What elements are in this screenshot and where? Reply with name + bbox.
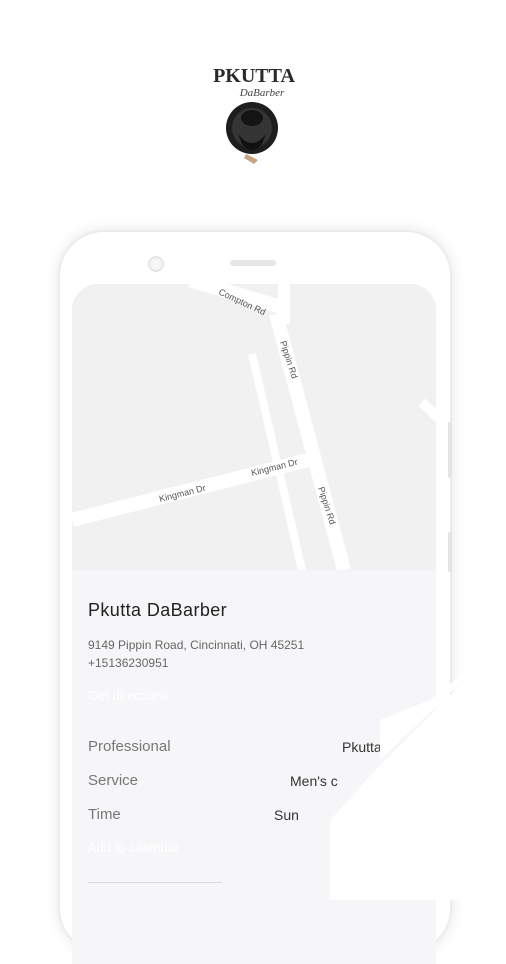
svg-text:PKUTTA: PKUTTA — [213, 65, 295, 87]
phone-side-button — [448, 422, 452, 478]
add-to-calendar-link[interactable]: Add to calendar — [88, 840, 179, 855]
phone-side-button — [448, 532, 452, 572]
svg-text:DaBarber: DaBarber — [239, 87, 285, 99]
shop-phone[interactable]: +15136230951 — [88, 656, 168, 670]
shop-name: Pkutta DaBarber — [88, 600, 228, 620]
brand-logo: PKUTTA DaBarber — [213, 65, 295, 164]
professional-label: Professional — [88, 738, 171, 755]
time-label: Time — [88, 806, 121, 823]
get-directions-link[interactable]: Get directions — [88, 688, 168, 703]
phone-screen: Compton Rd Pippin Rd Kingman Dr Kingman … — [72, 284, 436, 964]
shop-address: 9149 Pippin Road, Cincinnati, OH 45251 — [88, 638, 305, 652]
phone-camera — [148, 256, 164, 272]
location-map[interactable]: Compton Rd Pippin Rd Kingman Dr Kingman … — [72, 284, 436, 570]
phone-speaker — [230, 260, 276, 266]
divider — [88, 882, 222, 883]
service-value: Men's c — [290, 773, 338, 789]
service-label: Service — [88, 772, 139, 789]
professional-value: Pkutta — [342, 739, 382, 755]
time-value: Sun — [274, 807, 299, 823]
appointment-card: Pkutta DaBarber 9149 Pippin Road, Cincin… — [72, 570, 436, 964]
phone-mockup: Compton Rd Pippin Rd Kingman Dr Kingman … — [58, 230, 452, 964]
